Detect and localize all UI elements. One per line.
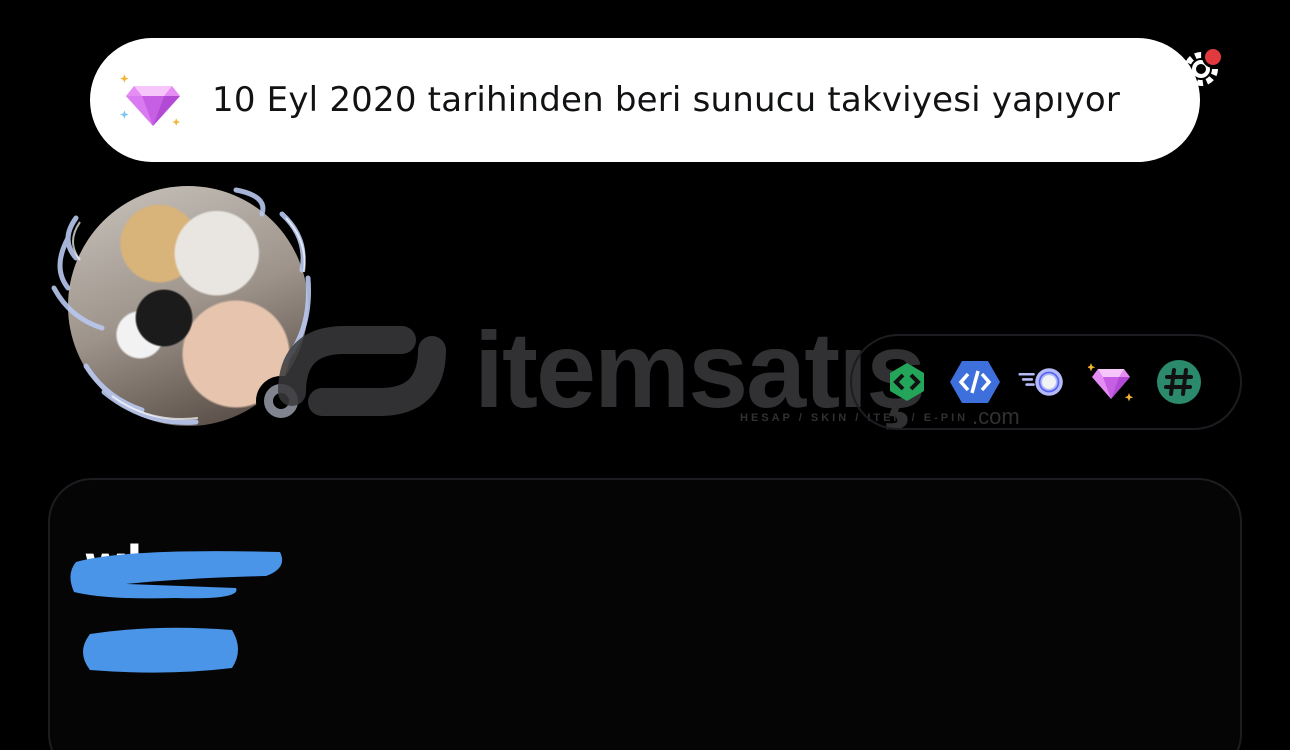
nitro-badge[interactable]	[1018, 357, 1068, 407]
subtitle-redaction	[83, 627, 238, 673]
server-booster-badge-icon	[1088, 363, 1134, 402]
username-redaction	[70, 551, 283, 599]
active-developer-badge-icon	[890, 363, 924, 401]
hashtag-badge[interactable]	[1154, 357, 1204, 407]
nitro-badge-icon	[1018, 368, 1063, 396]
early-verified-bot-developer-badge-icon	[950, 361, 1000, 403]
profile-card	[48, 478, 1242, 750]
active-developer-badge[interactable]	[882, 357, 932, 407]
hashtag-badge-icon	[1157, 360, 1201, 404]
badge-strip	[850, 334, 1242, 430]
profile-screen: 10 Eyl 2020 tarihinden beri sunucu takvi…	[0, 0, 1290, 750]
boost-tooltip: 10 Eyl 2020 tarihinden beri sunucu takvi…	[90, 38, 1200, 162]
early-verified-bot-developer-badge[interactable]	[950, 357, 1000, 407]
notification-dot	[1202, 46, 1224, 68]
watermark-logo-icon	[278, 326, 446, 416]
server-booster-badge[interactable]	[1086, 357, 1136, 407]
nitro-boost-gem-icon	[120, 74, 181, 126]
settings-button[interactable]	[1178, 46, 1224, 92]
tooltip-text: 10 Eyl 2020 tarihinden beri sunucu takvi…	[212, 80, 1121, 120]
